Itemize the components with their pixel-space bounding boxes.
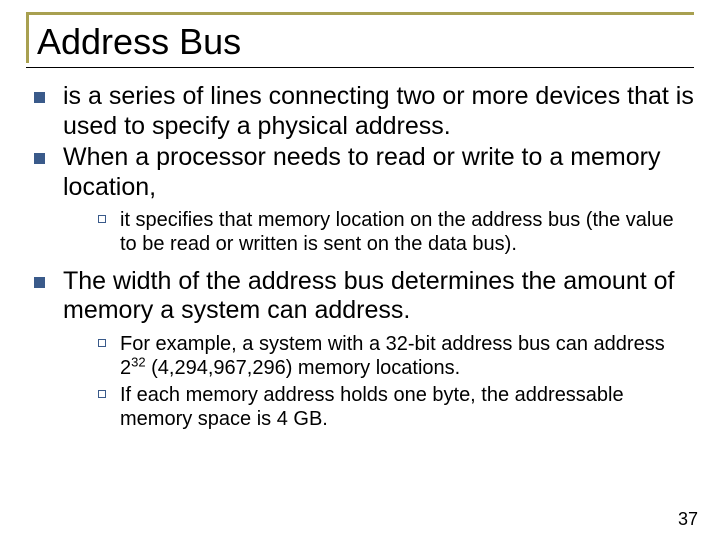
- superscript: 32: [131, 355, 145, 370]
- title-divider: [26, 67, 694, 68]
- title-corner-frame: Address Bus: [26, 12, 694, 63]
- bullet-level1: When a processor needs to read or write …: [34, 143, 694, 202]
- hollow-square-bullet-icon: [98, 339, 106, 347]
- bullet-text: it specifies that memory location on the…: [120, 208, 694, 257]
- square-bullet-icon: [34, 153, 45, 164]
- text-fragment: (4,294,967,296) memory locations.: [146, 357, 461, 379]
- square-bullet-icon: [34, 92, 45, 103]
- bullet-level2: it specifies that memory location on the…: [98, 208, 694, 257]
- bullet-level1: is a series of lines connecting two or m…: [34, 82, 694, 141]
- bullet-text: For example, a system with a 32-bit addr…: [120, 332, 694, 381]
- slide: Address Bus is a series of lines connect…: [0, 0, 720, 431]
- bullet-level2: For example, a system with a 32-bit addr…: [98, 332, 694, 381]
- square-bullet-icon: [34, 277, 45, 288]
- slide-title: Address Bus: [37, 21, 694, 63]
- bullet-text: When a processor needs to read or write …: [63, 143, 694, 202]
- hollow-square-bullet-icon: [98, 390, 106, 398]
- bullet-level1: The width of the address bus determines …: [34, 267, 694, 326]
- bullet-level2: If each memory address holds one byte, t…: [98, 383, 694, 432]
- hollow-square-bullet-icon: [98, 215, 106, 223]
- sub-bullet-group: For example, a system with a 32-bit addr…: [34, 332, 694, 432]
- bullet-text: If each memory address holds one byte, t…: [120, 383, 694, 432]
- sub-bullet-group: it specifies that memory location on the…: [34, 208, 694, 257]
- slide-content: is a series of lines connecting two or m…: [26, 82, 694, 431]
- bullet-text: The width of the address bus determines …: [63, 267, 694, 326]
- bullet-text: is a series of lines connecting two or m…: [63, 82, 694, 141]
- page-number: 37: [678, 509, 698, 530]
